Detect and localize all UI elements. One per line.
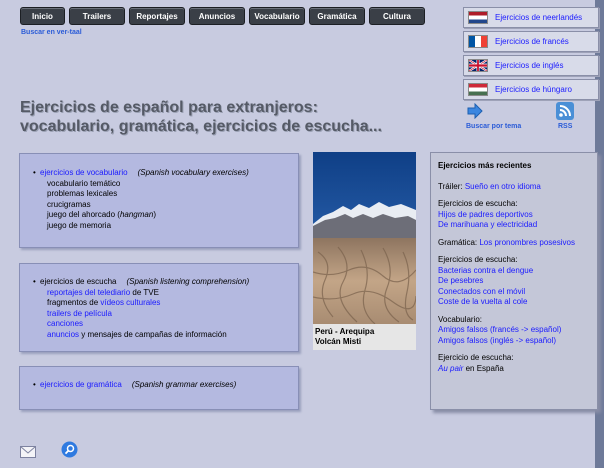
lang-english-label: Ejercicios de inglés: [495, 61, 564, 70]
vocab-item[interactable]: juego de memoria: [47, 221, 298, 232]
listening-item-videos: fragmentos de vídeos culturales: [47, 298, 161, 307]
nav-trailers[interactable]: Trailers: [69, 7, 125, 25]
france-flag-icon: [468, 35, 488, 48]
recent-link[interactable]: Bacterias contra el dengue: [438, 266, 597, 277]
vocab-item[interactable]: problemas lexicales: [47, 189, 298, 200]
grammar-exercises-link[interactable]: ejercicios de gramática: [40, 380, 122, 391]
recent-link[interactable]: Hijos de padres deportivos: [438, 210, 597, 221]
search-icon[interactable]: [61, 441, 78, 463]
page-title-line2: vocabulario, gramática, ejercicios de es…: [20, 118, 382, 135]
recent-exercises-title: Ejercicios más recientes: [438, 161, 532, 170]
vocab-panel: • ejercicios de vocabulario (Spanish voc…: [19, 153, 299, 248]
recent-link[interactable]: Amigos falsos (francés -> español): [438, 325, 597, 336]
songs-link[interactable]: canciones: [47, 319, 83, 328]
ads-link[interactable]: anuncios: [47, 330, 79, 339]
listening-panel: • ejercicios de escucha (Spanish listeni…: [19, 263, 299, 352]
listening-item-news: reportajes del telediario de TVE: [47, 287, 159, 297]
search-by-topic-icon[interactable]: [467, 102, 483, 124]
vocab-note: (Spanish vocabulary exercises): [137, 168, 249, 177]
hungary-flag-icon: [468, 83, 488, 96]
listening-note: (Spanish listening comprehension): [126, 277, 250, 286]
uk-flag-icon: [468, 59, 488, 72]
lang-french-button[interactable]: Ejercicios de francés: [463, 31, 599, 52]
vocab-item-hangman[interactable]: juego del ahorcado (hangman): [47, 210, 298, 221]
recent-link[interactable]: Coste de la vuelta al cole: [438, 297, 597, 308]
rss-link[interactable]: RSS: [558, 123, 572, 130]
vocab-item[interactable]: crucigramas: [47, 200, 298, 211]
page-title: Ejercicios de español para extranjeros: …: [20, 98, 450, 136]
rss-icon[interactable]: [556, 102, 574, 120]
page-title-line1: Ejercicios de español para extranjeros:: [20, 99, 318, 116]
recent-link[interactable]: De marihuana y electricidad: [438, 220, 597, 231]
recent-trailer-link[interactable]: Sueño en otro idioma: [465, 182, 541, 191]
nav-vocabulario[interactable]: Vocabulario: [249, 7, 305, 25]
search-vertaal-link[interactable]: Buscar en ver-taal: [21, 29, 82, 36]
lang-hungarian-label: Ejercicios de húngaro: [495, 85, 572, 94]
nav-anuncios[interactable]: Anuncios: [189, 7, 245, 25]
mail-icon[interactable]: [20, 445, 36, 463]
nav-gramatica[interactable]: Gramática: [309, 7, 365, 25]
vocab-exercises-link[interactable]: ejercicios de vocabulario: [40, 168, 128, 179]
recent-exercises-panel: Ejercicios más recientes Tráiler: Sueño …: [430, 152, 598, 410]
nav-inicio[interactable]: Inicio: [20, 7, 65, 25]
recent-grammar-link[interactable]: Los pronombres posesivos: [479, 238, 575, 247]
lang-french-label: Ejercicios de francés: [495, 37, 569, 46]
lang-english-button[interactable]: Ejercicios de inglés: [463, 55, 599, 76]
nav-reportajes[interactable]: Reportajes: [129, 7, 185, 25]
recent-link[interactable]: Conectados con el móvil: [438, 287, 597, 298]
movie-trailers-link[interactable]: trailers de película: [47, 309, 112, 318]
recent-aupair-link[interactable]: Au pair: [438, 364, 463, 373]
main-nav: Inicio Trailers Reportajes Anuncios Voca…: [20, 7, 425, 25]
lang-dutch-button[interactable]: Ejercicios de neerlandés: [463, 7, 599, 28]
netherlands-flag-icon: [468, 11, 488, 24]
lang-dutch-label: Ejercicios de neerlandés: [495, 13, 583, 22]
recent-link[interactable]: De pesebres: [438, 276, 597, 287]
nav-cultura[interactable]: Cultura: [369, 7, 425, 25]
photo-caption: Perú - Arequipa Volcán Misti: [313, 324, 416, 350]
grammar-note: (Spanish grammar exercises): [131, 380, 237, 389]
search-by-topic-link[interactable]: Buscar por tema: [466, 123, 521, 130]
listening-exercises-heading: ejercicios de escucha: [40, 277, 117, 286]
recent-link[interactable]: Amigos falsos (inglés -> español): [438, 336, 597, 347]
lang-hungarian-button[interactable]: Ejercicios de húngaro: [463, 79, 599, 100]
news-reports-link[interactable]: reportajes del telediario: [47, 288, 130, 297]
listening-item-ads: anuncios y mensajes de campañas de infor…: [47, 329, 227, 339]
volcano-photo: [313, 152, 416, 324]
photo-caption-line1: Perú - Arequipa: [315, 327, 375, 336]
vocab-item[interactable]: vocabulario temático: [47, 179, 298, 190]
grammar-panel: • ejercicios de gramática (Spanish gramm…: [19, 366, 299, 410]
photo-caption-line2: Volcán Misti: [315, 336, 362, 346]
cultural-videos-link[interactable]: vídeos culturales: [100, 298, 160, 307]
